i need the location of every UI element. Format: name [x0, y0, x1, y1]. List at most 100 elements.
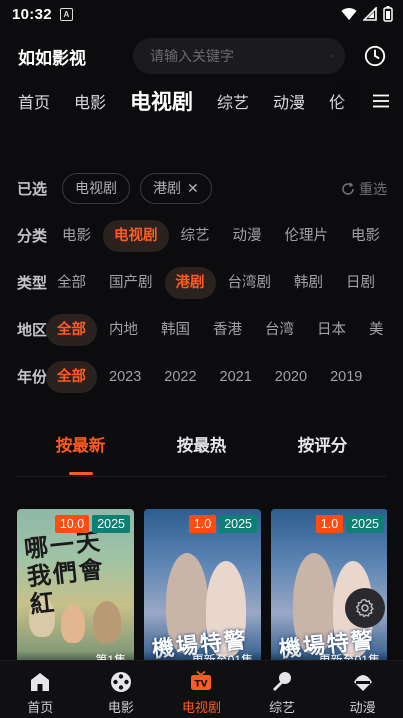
- search-input[interactable]: [150, 48, 331, 64]
- year-badge: 2025: [346, 515, 384, 533]
- filter-row-category: 分类 电影 电视剧 综艺 动漫 伦理片 电影: [0, 212, 403, 259]
- category-tabs: 首页 电影 电视剧 综艺 动漫 伦: [0, 84, 403, 118]
- filter-option[interactable]: 电影: [51, 220, 102, 252]
- video-card[interactable]: 機場特警 1.0 2025 更新至01集: [144, 509, 261, 660]
- card-badges: 10.0 2025: [54, 515, 130, 533]
- filter-option-active[interactable]: 全部: [46, 313, 97, 346]
- top-bar: 如如影视: [0, 28, 403, 84]
- bottom-nav-label: 电影: [107, 700, 134, 715]
- sort-tab-hottest[interactable]: 按最热: [152, 428, 252, 476]
- bottom-nav-label: 首页: [27, 700, 54, 715]
- filter-option[interactable]: 2020: [264, 361, 318, 393]
- divider: [16, 476, 386, 477]
- bottom-nav-label: 电视剧: [181, 700, 221, 715]
- tab-anime[interactable]: 动漫: [273, 89, 305, 113]
- selected-label: 已选: [17, 181, 48, 198]
- home-icon: [31, 673, 50, 691]
- filter-label: 年份: [17, 369, 48, 386]
- sort-tab-latest[interactable]: 按最新: [31, 428, 131, 476]
- filter-option-active[interactable]: 港剧: [164, 266, 216, 299]
- video-grid: 哪一天我們會紅 10.0 2025 第1集 機場特警 1.0 2025 更新至0…: [17, 509, 387, 660]
- bottom-nav-home[interactable]: 首页: [0, 661, 81, 718]
- status-icons: [341, 6, 393, 22]
- filter-option[interactable]: 台湾: [254, 314, 305, 346]
- bottom-nav-anime[interactable]: 动漫: [322, 661, 403, 718]
- video-card[interactable]: 機場特警 1.0 2025 更新至01集: [271, 509, 387, 660]
- settings-fab[interactable]: [345, 588, 385, 628]
- tab-tv-series[interactable]: 电视剧: [130, 86, 193, 116]
- filter-option[interactable]: 日剧: [335, 267, 386, 299]
- sim-icon: A: [59, 7, 73, 21]
- filter-option-active[interactable]: 电视剧: [103, 219, 169, 252]
- video-card[interactable]: 哪一天我們會紅 10.0 2025 第1集: [17, 509, 134, 660]
- tab-ethics[interactable]: 伦: [329, 89, 345, 113]
- filter-option[interactable]: 台湾剧: [217, 267, 283, 299]
- tabs-menu-button[interactable]: [359, 84, 403, 118]
- episode-label: 更新至01集: [144, 651, 261, 660]
- card-badges: 1.0 2025: [315, 515, 384, 533]
- tab-home[interactable]: 首页: [18, 89, 50, 113]
- sort-tabs: 按最新 按最热 按评分: [0, 428, 403, 476]
- bottom-nav-label: 综艺: [269, 700, 296, 715]
- filter-option[interactable]: 电影: [340, 220, 391, 252]
- app-title: 如如影视: [18, 48, 86, 68]
- reset-label: 重选: [359, 180, 387, 197]
- filter-option[interactable]: 综艺: [170, 220, 221, 252]
- remove-chip-icon[interactable]: ✕: [187, 174, 199, 203]
- sort-tab-rating[interactable]: 按评分: [273, 428, 373, 476]
- filter-option[interactable]: 伦理片: [274, 220, 340, 252]
- refresh-icon: [342, 181, 354, 195]
- tab-variety[interactable]: 综艺: [217, 89, 249, 113]
- bottom-nav-movie[interactable]: 电影: [81, 661, 162, 718]
- selected-filters-row: 已选 电视剧 港剧 ✕ 重选: [0, 165, 403, 212]
- tv-icon: TV: [191, 670, 212, 690]
- anime-icon: [353, 675, 372, 691]
- selected-chip-label: 电视剧: [75, 180, 117, 196]
- bottom-nav-label: 动漫: [349, 700, 376, 715]
- clock-icon: [364, 45, 386, 67]
- filter-option[interactable]: 日本: [306, 314, 357, 346]
- filter-row-year: 年份 全部 2023 2022 2021 2020 2019: [0, 353, 403, 400]
- status-time: 10:32: [12, 5, 52, 23]
- filter-option[interactable]: 国产剧: [98, 267, 164, 299]
- gear-icon: [355, 598, 374, 618]
- search-box[interactable]: [133, 38, 345, 74]
- search-icon[interactable]: [331, 47, 333, 65]
- filter-option[interactable]: 全部: [46, 267, 97, 299]
- battery-icon: [383, 6, 393, 22]
- filter-row-type: 类型 全部 国产剧 港剧 台湾剧 韩剧 日剧: [0, 259, 403, 306]
- bottom-nav-variety[interactable]: 综艺: [242, 661, 323, 718]
- filter-option[interactable]: 香港: [202, 314, 253, 346]
- score-badge: 10.0: [54, 515, 90, 533]
- card-badges: 1.0 2025: [188, 515, 257, 533]
- filter-option[interactable]: 内地: [98, 314, 149, 346]
- svg-text:TV: TV: [195, 680, 208, 690]
- filter-label: 分类: [17, 228, 48, 245]
- signal-icon: [363, 7, 377, 21]
- filter-option[interactable]: 2021: [209, 361, 263, 393]
- filter-option[interactable]: 韩国: [150, 314, 201, 346]
- history-button[interactable]: [363, 44, 387, 68]
- bottom-nav-tv[interactable]: TV 电视剧: [161, 661, 242, 718]
- filter-option[interactable]: 动漫: [222, 220, 273, 252]
- episode-label: 第1集: [17, 651, 134, 660]
- filter-option[interactable]: 韩剧: [283, 267, 334, 299]
- filter-label: 地区: [17, 322, 48, 339]
- filter-option[interactable]: 2023: [98, 361, 152, 393]
- filter-option-active[interactable]: 全部: [46, 360, 97, 393]
- reset-button[interactable]: 重选: [341, 179, 387, 199]
- filter-option[interactable]: 2019: [319, 361, 373, 393]
- menu-icon: [373, 94, 389, 108]
- filter-option[interactable]: 2022: [153, 361, 207, 393]
- filter-option[interactable]: 美: [358, 314, 395, 346]
- tab-movie[interactable]: 电影: [74, 89, 106, 113]
- selected-chip[interactable]: 港剧 ✕: [140, 173, 212, 204]
- microphone-icon: [273, 672, 292, 691]
- selected-chip-label: 港剧: [153, 180, 181, 196]
- selected-chip[interactable]: 电视剧: [62, 173, 130, 204]
- episode-label: 更新至01集: [271, 651, 387, 660]
- filter-row-region: 地区 全部 内地 韩国 香港 台湾 日本 美: [0, 306, 403, 353]
- status-bar: 10:32 A: [0, 0, 403, 28]
- score-badge: 1.0: [188, 515, 217, 533]
- poster-title-art: 哪一天我們會紅: [22, 528, 107, 620]
